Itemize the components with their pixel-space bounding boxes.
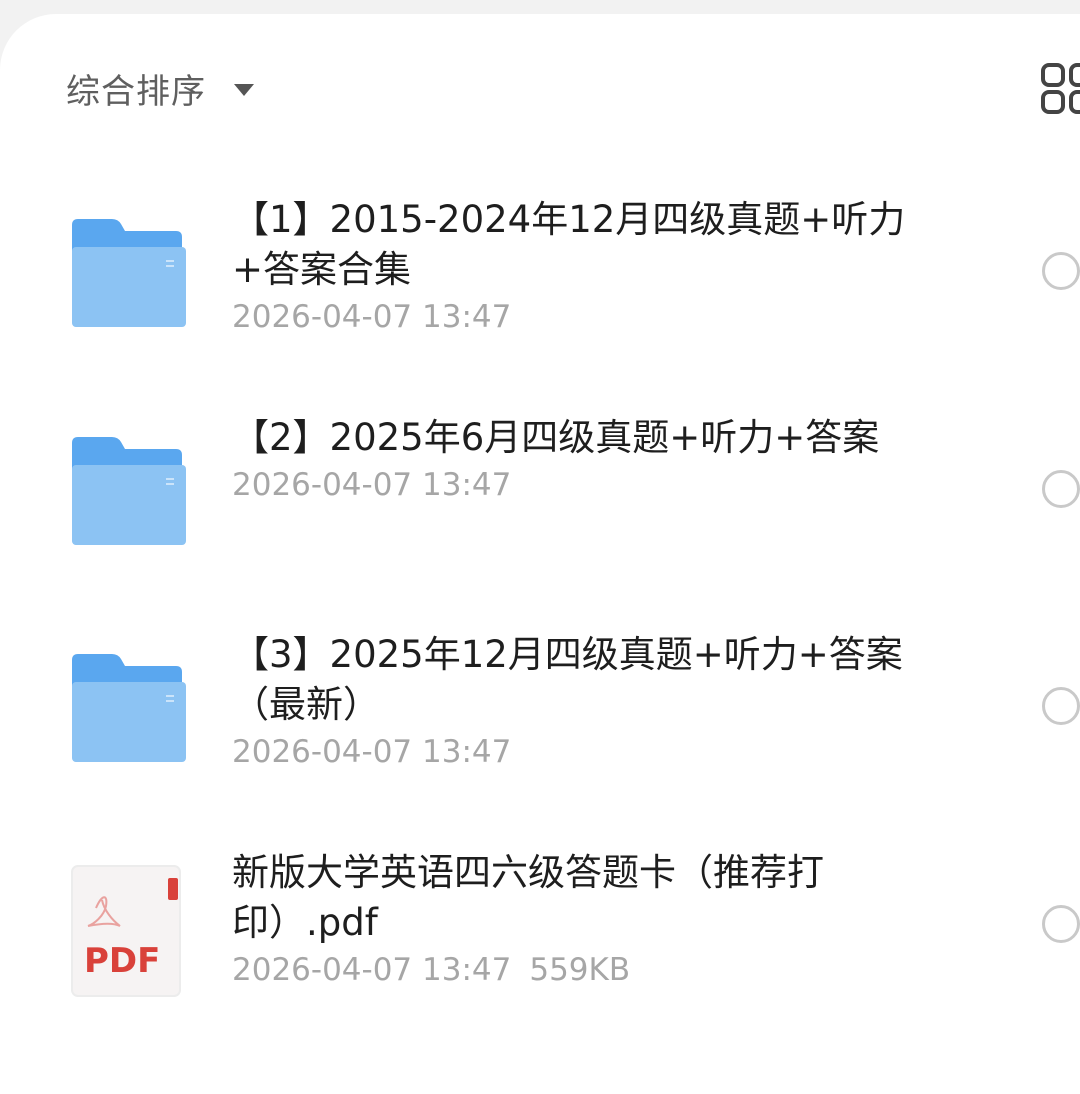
caret-down-icon: [234, 84, 254, 96]
list-item[interactable]: 【2】2025年6月四级真题+听力+答案 2026-04-07 13:47: [0, 413, 1080, 613]
select-checkbox[interactable]: [1042, 687, 1080, 725]
select-checkbox[interactable]: [1042, 252, 1080, 290]
modified-date: 2026-04-07 13:47: [232, 734, 512, 770]
modified-date: 2026-04-07 13:47: [232, 952, 512, 988]
file-meta: 2026-04-07 13:47: [232, 465, 912, 505]
list-item[interactable]: 【3】2025年12月四级真题+听力+答案（最新） 2026-04-07 13:4…: [0, 630, 1080, 830]
sort-label: 综合排序: [66, 71, 206, 112]
file-name: 【3】2025年12月四级真题+听力+答案（最新）: [232, 633, 903, 726]
file-size: 559KB: [529, 952, 631, 988]
pdf-file-icon: PDF: [68, 864, 188, 997]
file-name: 【2】2025年6月四级真题+听力+答案: [232, 416, 880, 459]
sort-dropdown[interactable]: 综合排序: [66, 62, 254, 114]
select-checkbox[interactable]: [1042, 905, 1080, 943]
folder-icon: [68, 435, 188, 547]
file-text: 【2】2025年6月四级真题+听力+答案 2026-04-07 13:47: [232, 413, 912, 505]
folder-icon: [68, 652, 188, 764]
file-text: 新版大学英语四六级答题卡（推荐打印）.pdf 2026-04-07 13:47 55…: [232, 848, 912, 990]
file-meta: 2026-04-07 13:47: [232, 732, 912, 772]
modified-date: 2026-04-07 13:47: [232, 467, 512, 503]
file-name: 【1】2015-2024年12月四级真题+听力+答案合集: [232, 198, 906, 291]
file-meta: 2026-04-07 13:47 559KB: [232, 950, 912, 990]
svg-text:PDF: PDF: [84, 941, 160, 981]
file-meta: 2026-04-07 13:47: [232, 297, 912, 337]
file-text: 【1】2015-2024年12月四级真题+听力+答案合集 2026-04-07 1…: [232, 195, 912, 337]
file-text: 【3】2025年12月四级真题+听力+答案（最新） 2026-04-07 13:4…: [232, 630, 912, 772]
grid-view-toggle-button[interactable]: [1040, 62, 1080, 116]
list-item[interactable]: 【1】2015-2024年12月四级真题+听力+答案合集 2026-04-07 1…: [0, 195, 1080, 395]
modified-date: 2026-04-07 13:47: [232, 299, 512, 335]
folder-icon: [68, 217, 188, 329]
list-item[interactable]: PDF 新版大学英语四六级答题卡（推荐打印）.pdf 2026-04-07 13:4…: [0, 848, 1080, 1048]
file-name: 新版大学英语四六级答题卡（推荐打印）.pdf: [232, 851, 824, 944]
grid-view-icon: [1041, 63, 1080, 114]
select-checkbox[interactable]: [1042, 470, 1080, 508]
